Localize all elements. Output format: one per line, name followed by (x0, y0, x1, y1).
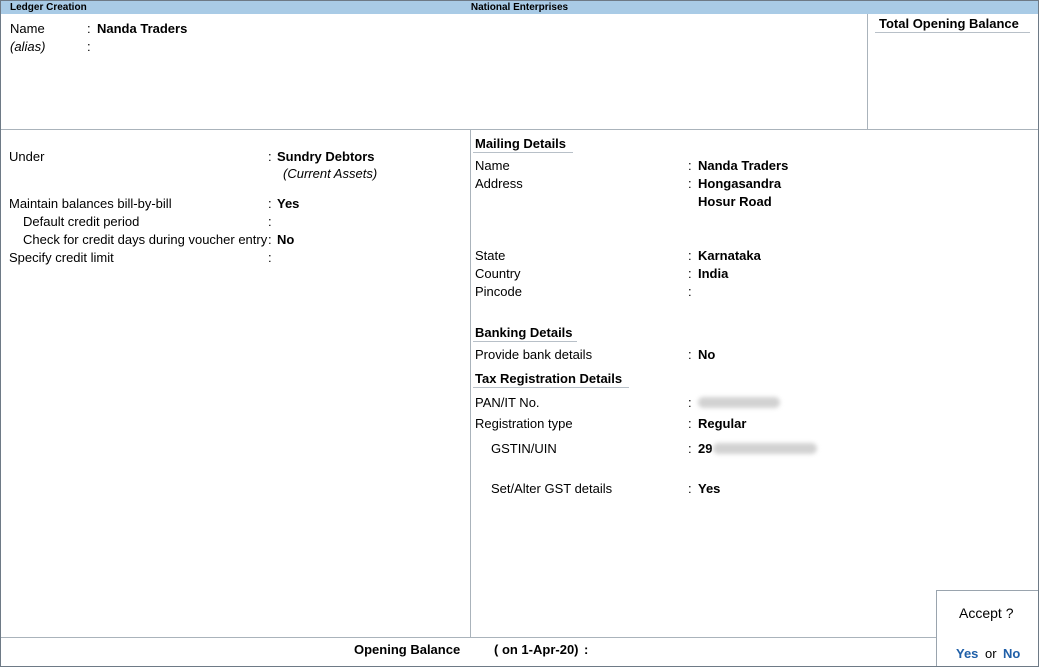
bank-details-colon: : (688, 347, 692, 362)
pan-colon: : (688, 395, 692, 410)
bank-details-label: Provide bank details (475, 347, 593, 362)
registration-type-select[interactable]: Regular (698, 416, 746, 431)
credit-limit-colon: : (268, 250, 272, 265)
credit-limit-label: Specify credit limit (9, 250, 114, 265)
registration-type-label: Registration type (475, 416, 573, 431)
address-line-1[interactable]: Hongasandra (698, 176, 781, 191)
total-opening-balance-label: Total Opening Balance (879, 16, 1019, 31)
address-label: Address (475, 176, 523, 191)
gst-details-toggle[interactable]: Yes (698, 481, 720, 496)
banking-heading-underline (473, 341, 577, 342)
mailing-details-heading: Mailing Details (475, 136, 567, 151)
credit-period-colon: : (268, 214, 272, 229)
billwise-toggle[interactable]: Yes (277, 196, 299, 211)
address-colon: : (688, 176, 692, 191)
opening-balance-label: Opening Balance (354, 642, 461, 657)
tax-registration-heading: Tax Registration Details (475, 371, 623, 386)
gst-details-label: Set/Alter GST details (491, 481, 613, 496)
pincode-input[interactable] (698, 284, 818, 299)
accept-yes-button[interactable]: Yes (956, 646, 978, 661)
pan-label: PAN/IT No. (475, 395, 540, 410)
gstin-prefix[interactable]: 29 (698, 441, 712, 456)
state-select[interactable]: Karnataka (698, 248, 761, 263)
billwise-label: Maintain balances bill-by-bill (9, 196, 172, 211)
name-label: Name (10, 21, 45, 36)
header-separator (1, 129, 1038, 130)
mailing-name-label: Name (475, 158, 510, 173)
opening-balance-colon: : (584, 642, 589, 657)
company-name: National Enterprises (470, 2, 569, 13)
gstin-input-redacted[interactable] (713, 443, 817, 454)
credit-check-label: Check for credit days during voucher ent… (23, 232, 268, 247)
country-label: Country (475, 266, 521, 281)
gstin-colon: : (688, 441, 692, 456)
credit-check-colon: : (268, 232, 272, 247)
registration-type-colon: : (688, 416, 692, 431)
billwise-colon: : (268, 196, 272, 211)
mailing-name-colon: : (688, 158, 692, 173)
bank-details-toggle[interactable]: No (698, 347, 715, 362)
accept-dialog: Accept ? Yes or No (936, 590, 1038, 666)
ledger-creation-window: Ledger Creation National Enterprises Nam… (0, 0, 1039, 667)
credit-limit-input[interactable] (277, 250, 397, 265)
credit-period-input[interactable] (277, 214, 397, 229)
address-line-2[interactable]: Hosur Road (698, 194, 772, 209)
country-colon: : (688, 266, 692, 281)
gst-details-colon: : (688, 481, 692, 496)
gstin-label: GSTIN/UIN (491, 441, 557, 456)
panel-divider (470, 130, 471, 637)
accept-prompt: Accept ? (959, 605, 1014, 621)
under-colon: : (268, 149, 272, 164)
state-label: State (475, 248, 506, 263)
title-bar: Ledger Creation National Enterprises (1, 1, 1038, 14)
header-divider (867, 14, 868, 129)
accept-or-text: or (985, 646, 997, 661)
banking-details-heading: Banking Details (475, 325, 573, 340)
state-colon: : (688, 248, 692, 263)
pincode-colon: : (688, 284, 692, 299)
mailing-heading-underline (473, 152, 573, 153)
mailing-name-input[interactable]: Nanda Traders (698, 158, 788, 173)
alias-label: (alias) (10, 39, 46, 54)
credit-period-label: Default credit period (23, 214, 140, 229)
opening-balance-date: ( on 1-Apr-20) (494, 642, 579, 657)
tax-heading-underline (473, 387, 629, 388)
under-label: Under (9, 149, 45, 164)
accept-no-button[interactable]: No (1003, 646, 1020, 661)
pan-input-redacted[interactable] (698, 397, 780, 408)
name-colon: : (87, 21, 91, 36)
under-parent-group: (Current Assets) (283, 166, 378, 181)
alias-colon: : (87, 39, 91, 54)
credit-check-toggle[interactable]: No (277, 232, 294, 247)
under-select[interactable]: Sundry Debtors (277, 149, 375, 164)
name-input[interactable]: Nanda Traders (97, 21, 187, 36)
alias-input[interactable] (97, 39, 297, 54)
total-opening-underline (875, 32, 1030, 33)
footer-separator (1, 637, 937, 638)
pincode-label: Pincode (475, 284, 522, 299)
country-select[interactable]: India (698, 266, 728, 281)
